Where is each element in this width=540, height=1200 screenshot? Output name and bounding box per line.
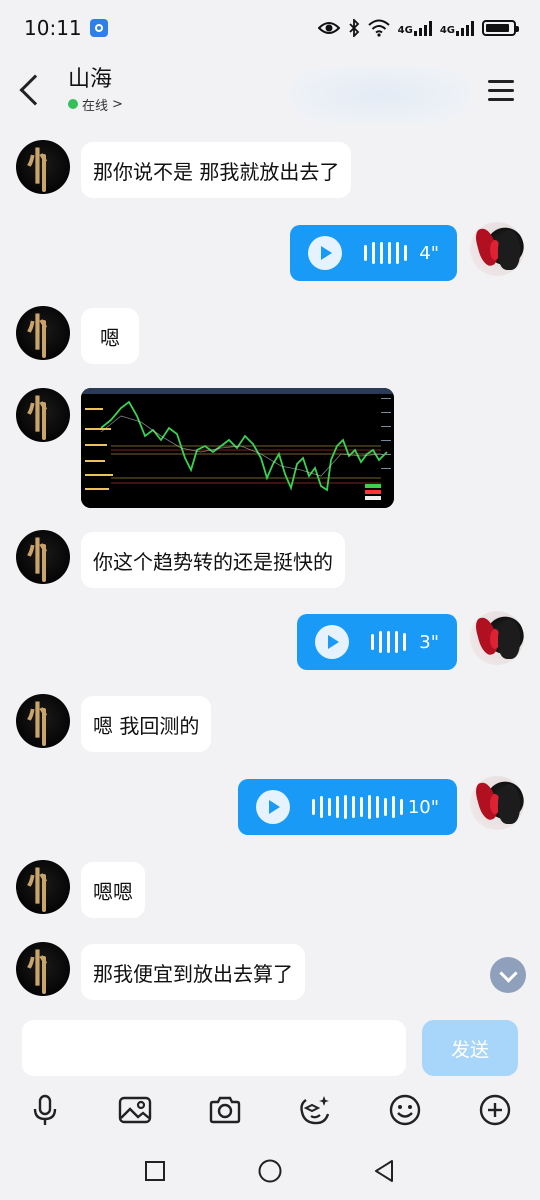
eye-icon <box>317 22 340 34</box>
bluetooth-icon <box>349 19 359 37</box>
message-input[interactable] <box>22 1020 406 1076</box>
candlestick-chart-thumbnail <box>81 388 394 508</box>
send-button[interactable]: 发送 <box>422 1020 518 1076</box>
sticker-icon[interactable] <box>295 1090 335 1130</box>
status-bar: 10:11 4G 4G <box>0 0 540 56</box>
text-message[interactable]: 你这个趋势转的还是挺快的 <box>81 532 345 588</box>
camera-icon[interactable] <box>205 1090 245 1130</box>
contact-avatar[interactable]: ⺖ <box>16 942 70 996</box>
stock-chart-image[interactable] <box>81 388 394 508</box>
voice-duration: 4" <box>419 242 439 264</box>
chat-header: 山海 在线 > <box>0 56 540 124</box>
voice-duration: 10" <box>407 796 439 818</box>
contact-name: 山海 <box>68 66 113 92</box>
voice-message[interactable]: 3" <box>297 614 457 670</box>
image-icon[interactable] <box>115 1090 155 1130</box>
waveform-icon <box>364 242 407 264</box>
contact-info[interactable]: 山海 在线 > <box>68 67 123 114</box>
contact-avatar[interactable]: ⺖ <box>16 860 70 914</box>
message-list[interactable]: ⺖ 那你说不是 那我就放出去了 4" ⺖ 嗯 ⺖ <box>0 124 540 1010</box>
status-time: 10:11 <box>24 16 82 40</box>
contact-avatar[interactable]: ⺖ <box>16 388 70 442</box>
signal-bars-icon <box>413 20 432 36</box>
battery-icon <box>482 20 519 36</box>
scroll-to-bottom-icon[interactable] <box>490 957 526 993</box>
play-icon[interactable] <box>256 790 290 824</box>
text-message[interactable]: 嗯嗯 <box>81 862 145 918</box>
signal-bars-icon <box>456 20 474 36</box>
contact-avatar[interactable]: ⺖ <box>16 530 70 584</box>
waveform-icon <box>312 795 403 819</box>
contact-avatar[interactable]: ⺖ <box>16 140 70 194</box>
system-nav-bar <box>0 1140 540 1200</box>
hamburger-menu-icon[interactable] <box>488 79 514 101</box>
contact-avatar[interactable]: ⺖ <box>16 306 70 360</box>
text-message[interactable]: 嗯 <box>81 308 139 364</box>
voice-duration: 3" <box>419 631 439 653</box>
wifi-icon <box>367 19 390 37</box>
signal-4g-1: 4G <box>398 20 432 36</box>
microphone-icon[interactable] <box>25 1090 65 1130</box>
play-icon[interactable] <box>308 236 342 270</box>
presence-label: 在线 <box>82 98 109 114</box>
blurred-overlay <box>290 66 470 124</box>
play-icon[interactable] <box>315 625 349 659</box>
waveform-icon <box>371 631 406 653</box>
back-triangle-icon[interactable] <box>372 1158 398 1184</box>
home-circle-icon[interactable] <box>257 1158 283 1184</box>
notification-app-icon <box>89 19 108 37</box>
presence-status[interactable]: 在线 > <box>68 95 123 114</box>
status-icons: 4G 4G <box>317 19 519 37</box>
chevron-right-icon: > <box>112 96 123 112</box>
emoji-icon[interactable] <box>385 1090 425 1130</box>
voice-message[interactable]: 4" <box>290 225 457 281</box>
chat-toolbar <box>0 1086 540 1140</box>
my-avatar[interactable] <box>470 611 524 665</box>
online-dot-icon <box>68 99 78 109</box>
input-bar: 发送 <box>0 1010 540 1086</box>
voice-message[interactable]: 10" <box>238 779 457 835</box>
signal-4g-2: 4G <box>440 20 474 36</box>
contact-avatar[interactable]: ⺖ <box>16 694 70 748</box>
battery-level <box>486 24 510 32</box>
plus-icon[interactable] <box>475 1090 515 1130</box>
my-avatar[interactable] <box>470 222 524 276</box>
network-label-2: 4G <box>439 25 455 36</box>
text-message[interactable]: 那你说不是 那我就放出去了 <box>81 142 352 198</box>
back-chevron-icon[interactable] <box>19 74 51 106</box>
text-message[interactable]: 嗯 我回测的 <box>81 696 212 752</box>
recents-square-icon[interactable] <box>142 1158 168 1184</box>
text-message[interactable]: 那我便宜到放出去算了 <box>81 944 305 1000</box>
network-label-1: 4G <box>397 25 413 36</box>
my-avatar[interactable] <box>470 776 524 830</box>
